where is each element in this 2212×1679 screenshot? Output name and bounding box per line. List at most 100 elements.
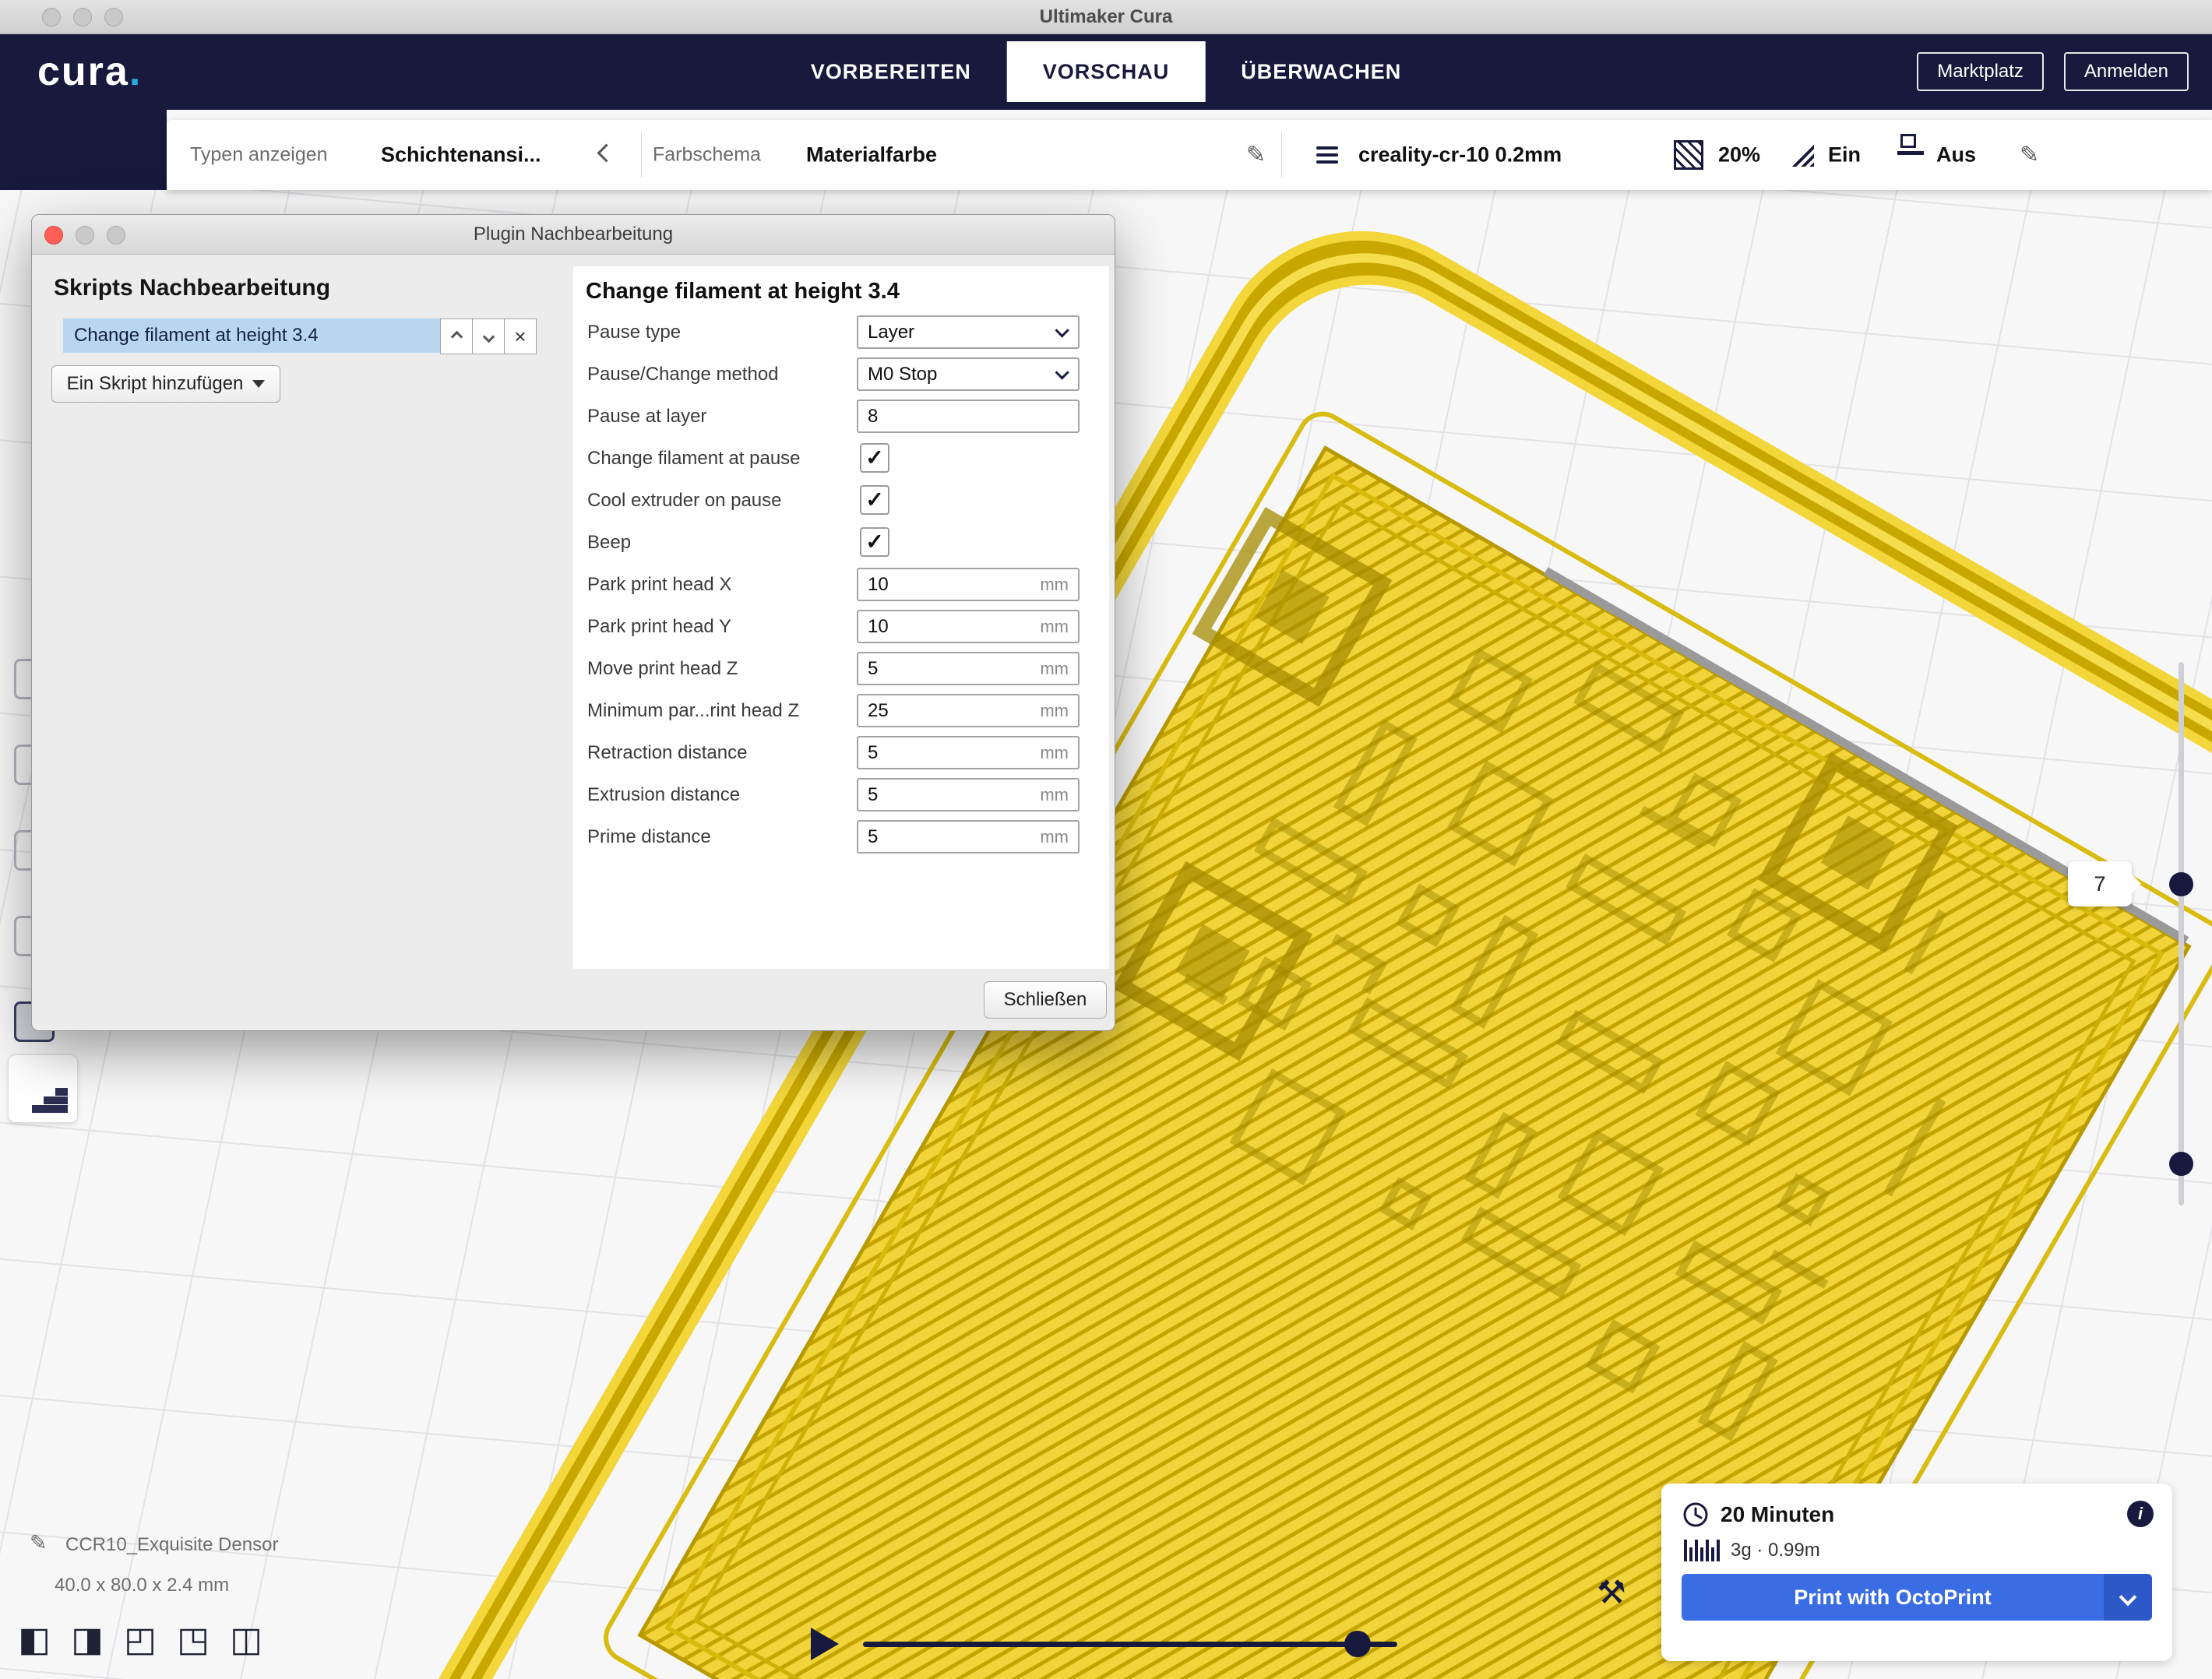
field-input[interactable]: 5 mm [857,736,1080,769]
tab-preview[interactable]: VORSCHAU [1007,41,1206,102]
window-titlebar: Ultimaker Cura [0,0,2212,34]
layer-view-panel[interactable] [8,1054,78,1123]
move-script-down-button[interactable] [472,319,505,354]
view-preset-icon[interactable]: ◳ [174,1620,212,1660]
add-script-label: Ein Skript hinzufügen [67,373,244,395]
field-input[interactable]: 5 mm [857,652,1080,685]
field-input[interactable]: 8 [857,400,1080,433]
view-type-dropdown[interactable]: Schichtenansi... [381,143,541,167]
field-input[interactable]: 5 mm [857,820,1080,854]
info-icon[interactable]: i [2127,1501,2154,1527]
settings-field-row: Prime distance 5 mm [573,816,1109,858]
filament-icon [1684,1540,1720,1561]
field-checkbox[interactable]: ✓ [860,527,889,557]
field-label: Pause at layer [587,406,706,428]
color-scheme-label: Farbschema [653,144,761,167]
simulation-slider-knob[interactable] [1344,1631,1371,1657]
field-input[interactable]: 10 mm [857,610,1080,643]
layers-stairs-icon [32,1086,68,1113]
move-script-up-button[interactable] [440,319,473,354]
layer-indicator-value: 7 [2094,872,2105,896]
field-checkbox[interactable]: ✓ [860,443,889,473]
field-input[interactable]: 10 mm [857,568,1080,601]
clock-icon [1682,1501,1710,1529]
remove-script-button[interactable]: × [504,319,537,354]
divider [641,132,642,178]
settings-field-row: Extrusion distance 5 mm [573,774,1109,816]
layer-slider-lower-handle[interactable] [2169,1152,2193,1176]
field-input[interactable]: 25 mm [857,694,1080,727]
field-input-value: 25 [858,700,1040,722]
selected-script-item[interactable]: Change filament at height 3.4 [63,319,441,353]
support-value[interactable]: Ein [1828,143,1861,167]
print-time-estimate: 20 Minuten [1721,1502,1834,1527]
field-label: Pause/Change method [587,364,779,385]
window-title: Ultimaker Cura [0,0,2212,33]
settings-field-row: Pause type Layer [573,312,1109,354]
field-select-value: Layer [858,322,1055,343]
settings-field-row: Move print head Z 5 mm [573,648,1109,690]
field-input-value: 5 [858,826,1040,848]
checkmark-icon: ✓ [865,489,883,511]
dropdown-caret-icon [252,380,265,388]
layer-indicator-bubble: 7 [2068,861,2132,906]
material-estimate: 3g · 0.99m [1731,1540,1820,1561]
close-dialog-button[interactable]: Schließen [984,981,1107,1019]
layer-slider-upper-handle[interactable] [2169,872,2193,896]
tab-prepare[interactable]: VORBEREITEN [775,41,1007,102]
print-options-chevron-icon[interactable] [2104,1574,2152,1621]
signin-button[interactable]: Anmelden [2064,52,2189,91]
layer-slider-track[interactable] [2179,662,2184,1206]
infill-value[interactable]: 20% [1718,143,1760,167]
field-input-value: 5 [858,742,1040,764]
field-checkbox[interactable]: ✓ [860,485,889,515]
field-input[interactable]: 5 mm [857,778,1080,811]
adhesion-value[interactable]: Aus [1936,143,1976,167]
field-select[interactable]: M0 Stop [857,357,1080,391]
field-unit: mm [1040,575,1078,595]
divider [1281,132,1282,178]
scripts-heading: Skripts Nachbearbeitung [54,275,330,301]
printer-profile-value[interactable]: creality-cr-10 0.2mm [1358,143,1562,167]
settings-field-row: Park print head Y 10 mm [573,606,1109,648]
chevron-down-icon [1055,323,1069,337]
script-list-row: Change filament at height 3.4 × [63,319,537,354]
cura-logo: cura. [37,33,142,110]
field-input-value: 10 [858,574,1040,596]
cura-app-window: Ultimaker Cura cura. VORBEREITEN VORSCHA… [0,0,2212,1679]
simulation-slider-track[interactable] [863,1642,1397,1647]
rename-model-pencil-icon[interactable]: ✎ [30,1531,48,1555]
print-summary-card: 20 Minuten i 3g · 0.99m Print with OctoP… [1661,1484,2172,1661]
logo-dot: . [129,48,142,95]
app-header: cura. VORBEREITEN VORSCHAU ÜBERWACHEN Ma… [0,33,2212,110]
dialog-titlebar: Plugin Nachbearbeitung [32,215,1115,255]
field-input-value: 5 [858,784,1040,806]
field-input-value: 5 [858,658,1040,680]
camera-view-presets: ◧ ◨ ◰ ◳ ◫ [16,1620,265,1660]
view-preset-icon[interactable]: ◨ [69,1620,106,1660]
simulation-play-button[interactable] [811,1628,839,1660]
add-script-button[interactable]: Ein Skript hinzufügen [51,365,280,403]
adjust-settings-wrench-icon[interactable]: ⚒ [1597,1573,1626,1611]
view-preset-icon[interactable]: ◧ [16,1620,53,1660]
field-label: Move print head Z [587,658,738,680]
stage-menu-row: Typen anzeigen Schichtenansi... Farbsche… [0,110,2212,190]
print-with-octoprint-button[interactable]: Print with OctoPrint [1682,1574,2152,1621]
field-unit: mm [1040,617,1078,637]
field-label: Park print head X [587,574,731,596]
marketplace-button[interactable]: Marktplatz [1917,52,2044,91]
view-preset-icon[interactable]: ◫ [227,1620,265,1660]
field-select[interactable]: Layer [857,315,1080,349]
settings-field-row: Minimum par...rint head Z 25 mm [573,690,1109,732]
edit-color-scheme-pencil-icon[interactable]: ✎ [1246,142,1266,169]
color-scheme-dropdown[interactable]: Materialfarbe [806,143,937,167]
model-dimensions: 40.0 x 80.0 x 2.4 mm [55,1575,229,1596]
view-preset-icon[interactable]: ◰ [122,1620,159,1660]
field-input-value: 8 [858,406,1069,428]
settings-field-row: Retraction distance 5 mm [573,732,1109,774]
collapse-panel-chevron-icon[interactable] [600,146,613,164]
edit-print-settings-pencil-icon[interactable]: ✎ [2020,142,2039,169]
header-actions: Marktplatz Anmelden [1917,33,2189,110]
chevron-down-icon [1055,365,1069,379]
tab-monitor[interactable]: ÜBERWACHEN [1205,41,1437,102]
